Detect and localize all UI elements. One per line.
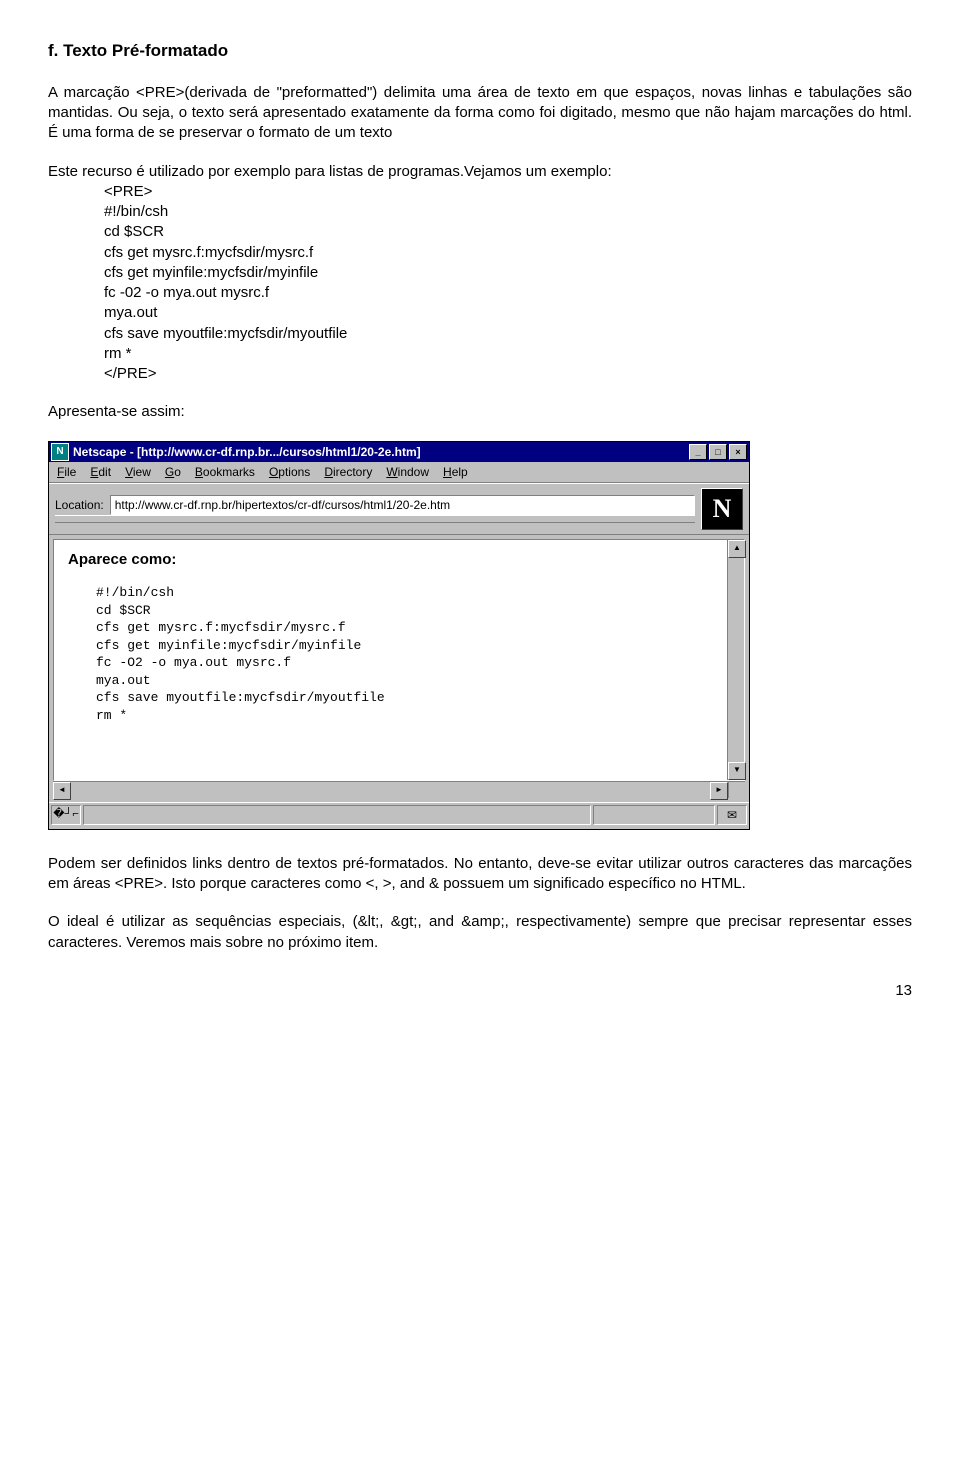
paragraph-4: Podem ser definidos links dentro de text… bbox=[48, 854, 912, 895]
horizontal-scrollbar[interactable]: ◄ ► bbox=[53, 781, 745, 798]
menu-help[interactable]: Help bbox=[443, 464, 468, 480]
minimize-button[interactable]: _ bbox=[689, 444, 707, 460]
code-example-block: <PRE> #!/bin/csh cd $SCR cfs get mysrc.f… bbox=[104, 182, 912, 385]
code-line: mya.out bbox=[104, 303, 912, 323]
scroll-left-button[interactable]: ◄ bbox=[53, 782, 71, 800]
code-line: cfs save myoutfile:mycfsdir/myoutfile bbox=[104, 324, 912, 344]
status-icon[interactable]: �┘⌐ bbox=[51, 805, 81, 825]
scroll-corner bbox=[728, 782, 745, 798]
paragraph-3: Apresenta-se assim: bbox=[48, 402, 912, 422]
menu-view[interactable]: View bbox=[125, 464, 151, 480]
code-line: #!/bin/csh bbox=[104, 202, 912, 222]
netscape-window: N Netscape - [http://www.cr-df.rnp.br...… bbox=[48, 441, 750, 830]
code-line: fc -02 -o mya.out mysrc.f bbox=[104, 283, 912, 303]
menubar: File Edit View Go Bookmarks Options Dire… bbox=[49, 462, 749, 483]
status-progress bbox=[593, 805, 715, 825]
code-line: cfs get mysrc.f:mycfsdir/mysrc.f bbox=[104, 243, 912, 263]
close-button[interactable]: × bbox=[729, 444, 747, 460]
maximize-button[interactable]: □ bbox=[709, 444, 727, 460]
app-icon: N bbox=[51, 443, 69, 461]
viewport-preformatted: #!/bin/csh cd $SCR cfs get mysrc.f:mycfs… bbox=[96, 584, 713, 724]
menu-file[interactable]: File bbox=[57, 464, 76, 480]
titlebar[interactable]: N Netscape - [http://www.cr-df.rnp.br...… bbox=[49, 442, 749, 462]
paragraph-5: O ideal é utilizar as sequências especia… bbox=[48, 912, 912, 953]
code-line: rm * bbox=[104, 344, 912, 364]
location-bar: Location: N bbox=[49, 483, 749, 535]
toolbar-strip bbox=[55, 515, 695, 523]
location-input[interactable] bbox=[110, 495, 695, 515]
mail-icon[interactable]: ✉ bbox=[717, 805, 747, 825]
scroll-up-button[interactable]: ▲ bbox=[728, 540, 746, 558]
status-text bbox=[83, 805, 591, 825]
location-label: Location: bbox=[55, 497, 104, 513]
netscape-logo-icon[interactable]: N bbox=[701, 488, 743, 530]
menu-window[interactable]: Window bbox=[386, 464, 429, 480]
scroll-down-button[interactable]: ▼ bbox=[728, 762, 746, 780]
paragraph-2: Este recurso é utilizado por exemplo par… bbox=[48, 162, 912, 182]
code-line: cfs get myinfile:mycfsdir/myinfile bbox=[104, 263, 912, 283]
content-wrap: Aparece como: #!/bin/csh cd $SCR cfs get… bbox=[49, 535, 749, 802]
browser-viewport: Aparece como: #!/bin/csh cd $SCR cfs get… bbox=[53, 539, 745, 781]
viewport-heading: Aparece como: bbox=[68, 550, 713, 570]
page-content: Aparece como: #!/bin/csh cd $SCR cfs get… bbox=[54, 540, 727, 780]
menu-go[interactable]: Go bbox=[165, 464, 181, 480]
scroll-track-h[interactable] bbox=[71, 782, 710, 798]
page-number: 13 bbox=[48, 981, 912, 1001]
menu-options[interactable]: Options bbox=[269, 464, 310, 480]
menu-bookmarks[interactable]: Bookmarks bbox=[195, 464, 255, 480]
code-line: <PRE> bbox=[104, 182, 912, 202]
section-heading: f. Texto Pré-formatado bbox=[48, 40, 912, 63]
code-line: cd $SCR bbox=[104, 222, 912, 242]
menu-edit[interactable]: Edit bbox=[90, 464, 111, 480]
menu-directory[interactable]: Directory bbox=[324, 464, 372, 480]
scroll-right-button[interactable]: ► bbox=[710, 782, 728, 800]
statusbar: �┘⌐ ✉ bbox=[49, 802, 749, 829]
paragraph-1: A marcação <PRE>(derivada de "preformatt… bbox=[48, 83, 912, 144]
window-title: Netscape - [http://www.cr-df.rnp.br.../c… bbox=[73, 444, 687, 460]
scroll-track[interactable] bbox=[728, 558, 744, 762]
vertical-scrollbar[interactable]: ▲ ▼ bbox=[727, 540, 744, 780]
code-line: </PRE> bbox=[104, 364, 912, 384]
